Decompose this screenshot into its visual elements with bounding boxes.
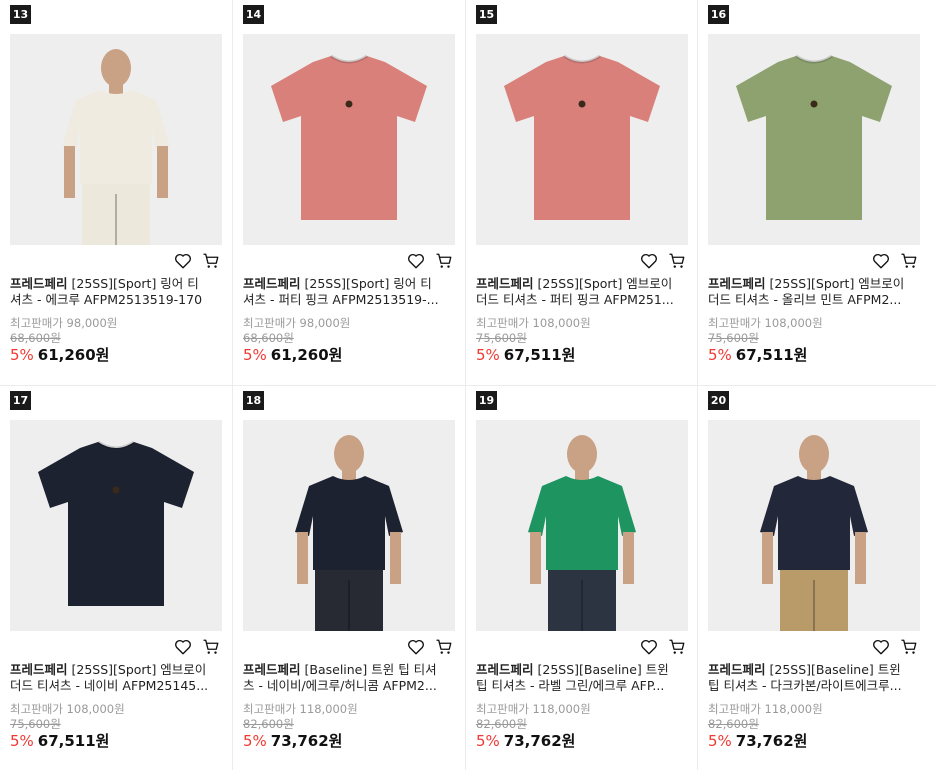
discount-rate: 5%: [476, 346, 500, 364]
heart-icon[interactable]: [407, 252, 425, 270]
product-actions: [174, 252, 220, 270]
product-actions: [174, 638, 220, 656]
cart-icon[interactable]: [900, 638, 918, 656]
rank-badge: 20: [708, 391, 729, 410]
max-price: 최고판매가 108,000원: [708, 316, 823, 330]
rank-badge: 18: [243, 391, 264, 410]
product-image[interactable]: [708, 420, 920, 631]
product-image[interactable]: [10, 420, 222, 631]
discount-rate: 5%: [243, 346, 267, 364]
product-name[interactable]: 프레드페리 [25SS][Sport] 링어 티셔츠 - 퍼티 핑크 AFPM2…: [243, 276, 443, 308]
sale-price-line: 5% 73,762원: [243, 730, 342, 751]
product-name[interactable]: 프레드페리 [25SS][Sport] 엠브로이더드 티셔츠 - 퍼티 핑크 A…: [476, 276, 676, 308]
brand-name: 프레드페리: [243, 662, 301, 677]
product-name[interactable]: 프레드페리 [25SS][Sport] 엠브로이더드 티셔츠 - 네이비 AFP…: [10, 662, 210, 694]
product-card[interactable]: 18 프레드페리 [Baseline] 트윈 팁 티셔츠 - 네이비/에크루/허…: [233, 386, 465, 770]
product-name[interactable]: 프레드페리 [25SS][Sport] 엠브로이더드 티셔츠 - 올리브 민트 …: [708, 276, 908, 308]
discount-rate: 5%: [243, 732, 267, 750]
heart-icon[interactable]: [407, 638, 425, 656]
brand-name: 프레드페리: [243, 276, 301, 291]
cart-icon[interactable]: [668, 252, 686, 270]
sale-price-line: 5% 67,511원: [476, 344, 575, 365]
heart-icon[interactable]: [174, 638, 192, 656]
heart-icon[interactable]: [640, 638, 658, 656]
sale-price-line: 5% 61,260원: [243, 344, 342, 365]
sale-price: 67,511원: [735, 346, 808, 364]
sale-price: 73,762원: [270, 732, 343, 750]
product-actions: [407, 638, 453, 656]
product-name[interactable]: 프레드페리 [25SS][Baseline] 트윈 팁 티셔츠 - 라벨 그린/…: [476, 662, 676, 694]
heart-icon[interactable]: [872, 638, 890, 656]
product-name[interactable]: 프레드페리 [Baseline] 트윈 팁 티셔츠 - 네이비/에크루/허니콤 …: [243, 662, 443, 694]
heart-icon[interactable]: [872, 252, 890, 270]
product-card[interactable]: 19 프레드페리 [25SS][Baseline] 트윈 팁 티셔츠 - 라벨 …: [466, 386, 698, 770]
rank-badge: 13: [10, 5, 31, 24]
brand-name: 프레드페리: [476, 276, 534, 291]
product-actions: [640, 252, 686, 270]
brand-name: 프레드페리: [10, 276, 68, 291]
sale-price: 67,511원: [503, 346, 576, 364]
product-card[interactable]: 16 프레드페리 [25SS][Sport] 엠브로이더드 티셔츠 - 올리브 …: [698, 0, 930, 384]
discount-rate: 5%: [708, 732, 732, 750]
cart-icon[interactable]: [900, 252, 918, 270]
sale-price-line: 5% 67,511원: [10, 730, 109, 751]
product-card[interactable]: 17 프레드페리 [25SS][Sport] 엠브로이더드 티셔츠 - 네이비 …: [0, 386, 232, 770]
sale-price: 61,260원: [270, 346, 343, 364]
discount-rate: 5%: [708, 346, 732, 364]
cart-icon[interactable]: [668, 638, 686, 656]
cart-icon[interactable]: [202, 638, 220, 656]
product-grid: 13 프레드페리 [25SS][Sport] 링어 티셔츠 - 에크루 AFPM…: [0, 0, 936, 770]
product-name[interactable]: 프레드페리 [25SS][Baseline] 트윈 팁 티셔츠 - 다크카본/라…: [708, 662, 908, 694]
max-price: 최고판매가 118,000원: [708, 702, 823, 716]
product-image[interactable]: [476, 420, 688, 631]
max-price: 최고판매가 108,000원: [476, 316, 591, 330]
product-image[interactable]: [243, 34, 455, 245]
cart-icon[interactable]: [435, 252, 453, 270]
max-price: 최고판매가 98,000원: [243, 316, 351, 330]
sale-price: 73,762원: [735, 732, 808, 750]
product-name[interactable]: 프레드페리 [25SS][Sport] 링어 티셔츠 - 에크루 AFPM251…: [10, 276, 210, 308]
product-actions: [872, 252, 918, 270]
rank-badge: 19: [476, 391, 497, 410]
rank-badge: 16: [708, 5, 729, 24]
sale-price-line: 5% 67,511원: [708, 344, 807, 365]
heart-icon[interactable]: [640, 252, 658, 270]
sale-price: 73,762원: [503, 732, 576, 750]
discount-rate: 5%: [476, 732, 500, 750]
product-card[interactable]: 20 프레드페리 [25SS][Baseline] 트윈 팁 티셔츠 - 다크카…: [698, 386, 930, 770]
product-card[interactable]: 15 프레드페리 [25SS][Sport] 엠브로이더드 티셔츠 - 퍼티 핑…: [466, 0, 698, 384]
sale-price-line: 5% 61,260원: [10, 344, 109, 365]
sale-price-line: 5% 73,762원: [476, 730, 575, 751]
rank-badge: 15: [476, 5, 497, 24]
discount-rate: 5%: [10, 732, 34, 750]
product-actions: [407, 252, 453, 270]
product-card[interactable]: 14 프레드페리 [25SS][Sport] 링어 티셔츠 - 퍼티 핑크 AF…: [233, 0, 465, 384]
brand-name: 프레드페리: [708, 276, 766, 291]
discount-rate: 5%: [10, 346, 34, 364]
cart-icon[interactable]: [202, 252, 220, 270]
brand-name: 프레드페리: [708, 662, 766, 677]
product-image[interactable]: [708, 34, 920, 245]
product-card[interactable]: 13 프레드페리 [25SS][Sport] 링어 티셔츠 - 에크루 AFPM…: [0, 0, 232, 384]
sale-price: 67,511원: [37, 732, 110, 750]
product-actions: [872, 638, 918, 656]
product-image[interactable]: [243, 420, 455, 631]
max-price: 최고판매가 118,000원: [476, 702, 591, 716]
cart-icon[interactable]: [435, 638, 453, 656]
rank-badge: 17: [10, 391, 31, 410]
brand-name: 프레드페리: [476, 662, 534, 677]
heart-icon[interactable]: [174, 252, 192, 270]
product-image[interactable]: [10, 34, 222, 245]
max-price: 최고판매가 118,000원: [243, 702, 358, 716]
max-price: 최고판매가 108,000원: [10, 702, 125, 716]
rank-badge: 14: [243, 5, 264, 24]
max-price: 최고판매가 98,000원: [10, 316, 118, 330]
product-actions: [640, 638, 686, 656]
product-image[interactable]: [476, 34, 688, 245]
sale-price: 61,260원: [37, 346, 110, 364]
sale-price-line: 5% 73,762원: [708, 730, 807, 751]
brand-name: 프레드페리: [10, 662, 68, 677]
